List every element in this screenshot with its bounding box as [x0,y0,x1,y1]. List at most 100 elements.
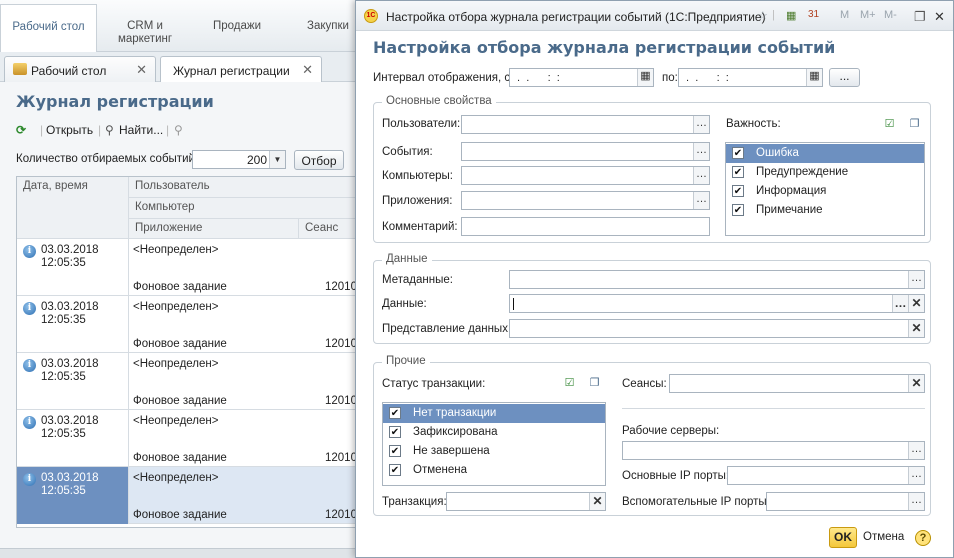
memory-plus-button[interactable]: M+ [860,9,876,21]
check-all-icon[interactable]: ☑ [882,117,897,131]
column-session[interactable]: Сеанс [299,219,359,239]
cancel-button[interactable]: Отмена [863,531,904,543]
section-crm[interactable]: CRM и маркетинг [105,4,185,52]
interval-to-field[interactable]: . . : : ▦ [678,68,823,87]
list-item[interactable]: ✔ Отменена [383,461,605,480]
data-presentation-field[interactable]: ✕ [509,319,925,338]
select-button[interactable]: … [693,143,709,160]
close-icon[interactable]: ✕ [136,62,147,78]
select-button[interactable]: … [908,442,924,459]
column-computer[interactable]: Компьютер [129,198,359,219]
table-row[interactable]: i 03.03.2018 12:05:35 <Неопределен> Фоново… [17,353,359,410]
checkbox[interactable]: ✔ [389,464,401,476]
count-field[interactable]: 200 ▼ [192,150,286,169]
calculator-icon[interactable]: ▦ [786,9,796,22]
events-table[interactable]: Дата, время Пользователь Компьютер Прило… [16,176,360,528]
find-button[interactable]: Найти... [119,123,163,137]
section-sales[interactable]: Продажи [205,4,269,52]
transaction-field[interactable]: ✕ [446,492,606,511]
memory-minus-button[interactable]: M- [884,9,897,21]
comment-field[interactable] [461,217,710,236]
uncheck-all-icon[interactable]: ❐ [907,117,922,131]
importance-label: Важность: [726,118,781,130]
select-button[interactable]: … [892,295,908,312]
checkbox[interactable]: ✔ [732,204,744,216]
select-button[interactable]: … [693,167,709,184]
list-item[interactable]: ✔ Предупреждение [726,163,924,182]
select-button[interactable]: … [908,467,924,484]
list-item[interactable]: ✔ Зафиксирована [383,423,605,442]
data-field[interactable]: … ✕ [509,294,925,313]
comment-label: Комментарий: [382,221,458,233]
uncheck-all-icon[interactable]: ❐ [587,376,602,390]
checkbox[interactable]: ✔ [732,147,744,159]
tab-desktop[interactable]: Рабочий стол ✕ [4,56,156,82]
calendar-icon[interactable]: ▦ [637,69,653,86]
main-ports-field[interactable]: … [727,466,925,485]
memory-m-button[interactable]: M [840,9,849,21]
list-item[interactable]: ✔ Ошибка [726,144,924,163]
events-field[interactable]: … [461,142,710,161]
group-label: Данные [382,253,432,265]
search-cancel-icon[interactable]: ⚲ [174,123,183,137]
checkbox[interactable]: ✔ [732,185,744,197]
page-title: Журнал регистрации [16,92,214,111]
clear-icon[interactable]: ✕ [908,320,924,337]
select-button[interactable]: … [693,192,709,209]
checkbox[interactable]: ✔ [732,166,744,178]
list-item[interactable]: ✔ Примечание [726,201,924,220]
restore-icon[interactable]: ❐ [914,9,926,25]
open-button[interactable]: Открыть [46,123,93,137]
count-label: Количество отбираемых событий: [16,153,199,165]
dialog-heading: Настройка отбора журнала регистрации соб… [373,38,836,57]
section-desktop[interactable]: Рабочий стол [0,4,97,52]
table-row-selected[interactable]: i 03.03.2018 12:05:35 <Неопределен> Фоново… [17,467,359,524]
close-icon[interactable]: ✕ [934,9,945,25]
interval-from-field[interactable]: . . : : ▦ [509,68,654,87]
help-icon[interactable]: ? [915,530,931,546]
aux-ports-label: Вспомогательные IP порты: [622,496,770,508]
close-icon[interactable]: ✕ [302,62,313,78]
list-item[interactable]: ✔ Информация [726,182,924,201]
star-icon[interactable]: ☆ [758,9,768,22]
check-all-icon[interactable]: ☑ [562,376,577,390]
column-app[interactable]: Приложение [129,219,299,239]
chevron-down-icon[interactable]: ▼ [269,151,285,168]
sessions-field[interactable]: ✕ [669,374,925,393]
computers-field[interactable]: … [461,166,710,185]
column-date[interactable]: Дата, время [17,177,129,239]
checkbox[interactable]: ✔ [389,407,401,419]
importance-list[interactable]: ✔ Ошибка ✔ Предупреждение ✔ Информация ✔ При… [725,142,925,236]
info-icon: i [23,302,36,315]
table-row[interactable]: i 03.03.2018 12:05:35 <Неопределен> Фоново… [17,296,359,353]
table-row[interactable]: i 03.03.2018 12:05:35 <Неопределен> Фоново… [17,410,359,467]
tab-journal[interactable]: Журнал регистрации ✕ [160,56,322,82]
clear-icon[interactable]: ✕ [908,295,924,312]
checkbox[interactable]: ✔ [389,426,401,438]
list-item[interactable]: ✔ Не завершена [383,442,605,461]
column-user[interactable]: Пользователь [129,177,359,198]
filter-button[interactable]: Отбор [294,150,344,170]
calendar-icon[interactable]: 31 [808,9,819,20]
interval-select-button[interactable]: ... [829,68,860,87]
tx-status-list[interactable]: ✔ Нет транзакции ✔ Зафиксирована ✔ Не завер… [382,402,606,486]
select-button[interactable]: … [908,493,924,510]
aux-ports-field[interactable]: … [766,492,925,511]
work-servers-field[interactable]: … [622,441,925,460]
metadata-field[interactable]: … [509,270,925,289]
select-button[interactable]: … [908,271,924,288]
apps-field[interactable]: … [461,191,710,210]
list-item[interactable]: ✔ Нет транзакции [383,404,605,423]
clear-icon[interactable]: ✕ [908,375,924,392]
interval-label: Интервал отображения, с: [373,72,514,84]
select-button[interactable]: … [693,116,709,133]
users-field[interactable]: … [461,115,710,134]
section-panel: Рабочий стол CRM и маркетинг Продажи Зак… [0,0,360,52]
checkbox[interactable]: ✔ [389,445,401,457]
refresh-icon[interactable]: ⟳ [16,123,26,137]
calendar-icon[interactable]: ▦ [806,69,822,86]
table-row[interactable]: i 03.03.2018 12:05:35 <Неопределен> Фоново… [17,239,359,296]
ok-button[interactable]: OK [829,527,857,548]
1c-logo-icon: 1С [364,9,378,23]
clear-icon[interactable]: ✕ [589,493,605,510]
